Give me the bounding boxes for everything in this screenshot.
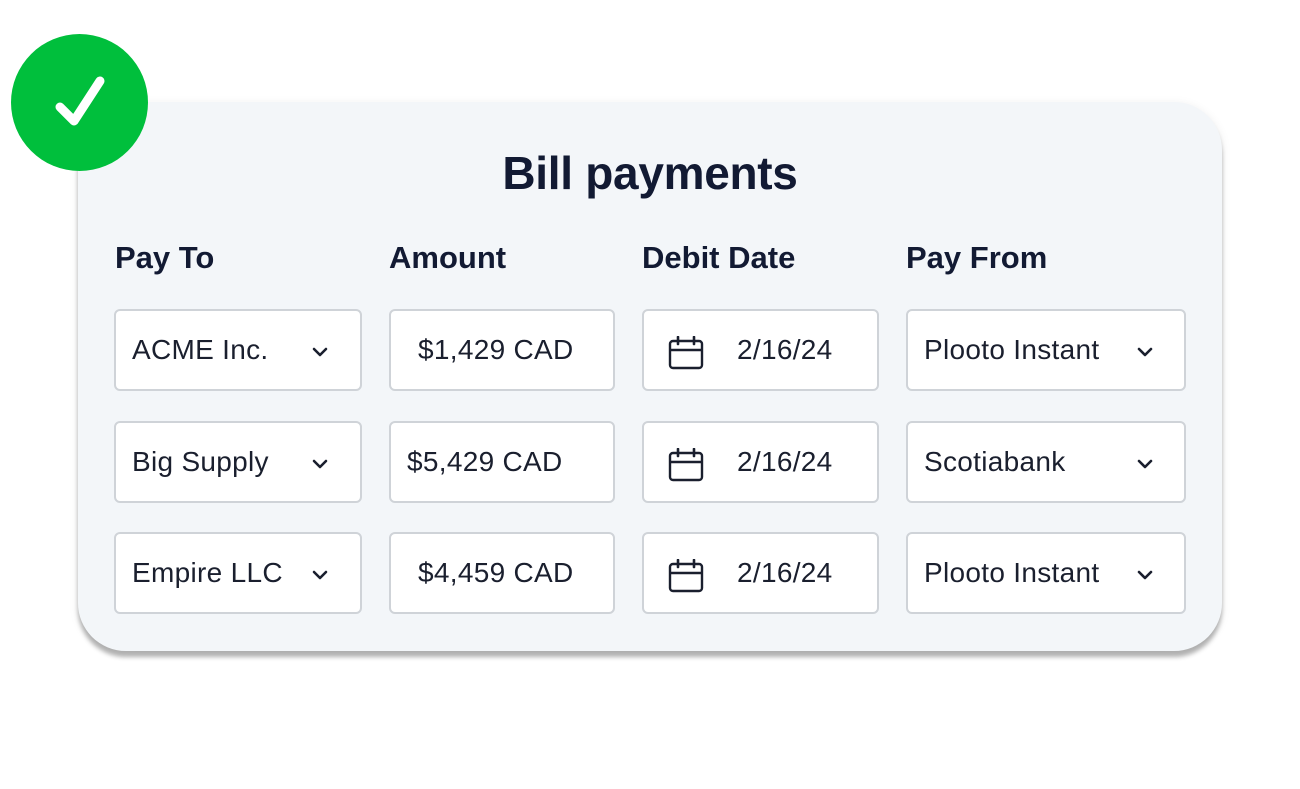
chevron-down-icon	[1137, 347, 1153, 357]
header-debit-date: Debit Date	[642, 240, 796, 275]
pay-from-value: Plooto Instant	[924, 334, 1100, 365]
header-pay-to: Pay To	[115, 240, 215, 275]
chevron-down-icon	[312, 459, 328, 469]
amount-field[interactable]: $5,429 CAD	[389, 421, 615, 503]
amount-value: $1,429 CAD	[418, 334, 574, 365]
debit-date-field[interactable]: 2/16/24	[642, 309, 879, 391]
pay-from-select[interactable]: Plooto Instant	[906, 532, 1186, 614]
debit-date-value: 2/16/24	[737, 334, 833, 365]
pay-to-select[interactable]: ACME Inc.	[114, 309, 362, 391]
chevron-down-icon	[1137, 459, 1153, 469]
pay-to-select[interactable]: Empire LLC	[114, 532, 362, 614]
pay-from-select[interactable]: Plooto Instant	[906, 309, 1186, 391]
debit-date-field[interactable]: 2/16/24	[642, 532, 879, 614]
page-title: Bill payments	[502, 147, 798, 199]
chevron-down-icon	[312, 347, 328, 357]
chevron-down-icon	[1137, 570, 1153, 580]
pay-from-value: Scotiabank	[924, 446, 1066, 477]
amount-value: $4,459 CAD	[418, 557, 574, 588]
calendar-icon	[668, 559, 704, 593]
calendar-icon	[668, 448, 704, 482]
pay-to-value: ACME Inc.	[132, 334, 269, 365]
pay-to-select[interactable]: Big Supply	[114, 421, 362, 503]
checkmark-badge	[11, 34, 148, 171]
header-pay-from: Pay From	[906, 240, 1048, 275]
amount-field[interactable]: $4,459 CAD	[389, 532, 615, 614]
chevron-down-icon	[312, 570, 328, 580]
amount-value: $5,429 CAD	[407, 446, 563, 477]
amount-field[interactable]: $1,429 CAD	[389, 309, 615, 391]
pay-to-value: Big Supply	[132, 446, 269, 477]
debit-date-value: 2/16/24	[737, 446, 833, 477]
pay-from-value: Plooto Instant	[924, 557, 1100, 588]
header-amount: Amount	[389, 240, 507, 275]
pay-from-select[interactable]: Scotiabank	[906, 421, 1186, 503]
debit-date-field[interactable]: 2/16/24	[642, 421, 879, 503]
calendar-icon	[668, 336, 704, 370]
bill-payments-graphic: Bill payments Pay To Amount Debit Date P…	[0, 0, 1300, 789]
debit-date-value: 2/16/24	[737, 557, 833, 588]
pay-to-value: Empire LLC	[132, 557, 283, 588]
checkmark-icon	[55, 76, 104, 125]
